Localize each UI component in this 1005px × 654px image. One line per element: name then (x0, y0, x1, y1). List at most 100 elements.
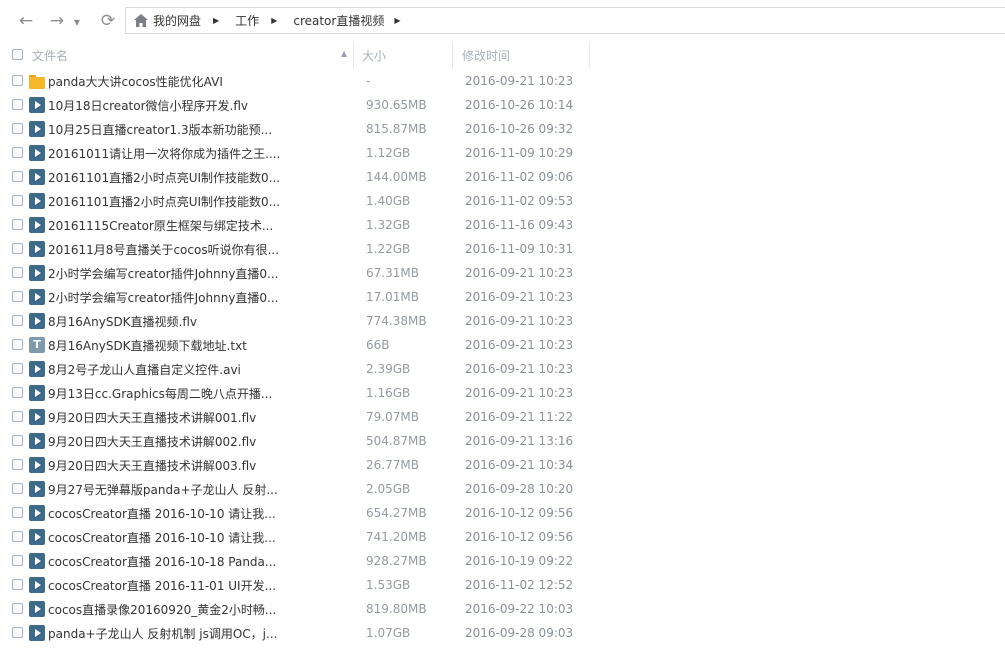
sort-ascending-icon[interactable]: ▲ (341, 49, 347, 58)
file-size: 741.20MB (366, 530, 427, 544)
row-checkbox[interactable] (12, 219, 23, 230)
file-row[interactable]: 10月18日creator微信小程序开发.flv 930.65MB 2016-10-… (0, 93, 1005, 117)
file-name[interactable]: cocosCreator直播 2016-10-18 Panda... (48, 553, 276, 570)
file-name[interactable]: 8月16AnySDK直播视频.flv (48, 313, 197, 330)
row-checkbox[interactable] (12, 411, 23, 422)
file-row[interactable]: cocosCreator直播 2016-11-01 UI开发... 1.53GB 2… (0, 573, 1005, 597)
file-row[interactable]: 2小时学会编写creator插件Johnny直播0... 67.31MB 2016-… (0, 261, 1005, 285)
history-dropdown-icon[interactable]: ▼ (70, 12, 84, 34)
column-name-header[interactable]: 文件名 (32, 47, 68, 64)
breadcrumb-current-folder[interactable]: creator直播视频 ▶ (293, 12, 400, 29)
row-checkbox[interactable] (12, 555, 23, 566)
file-row[interactable]: 9月20日四大天王直播技术讲解002.flv 504.87MB 2016-09-21… (0, 429, 1005, 453)
file-row[interactable]: 2小时学会编写creator插件Johnny直播0... 17.01MB 2016-… (0, 285, 1005, 309)
row-checkbox[interactable] (12, 243, 23, 254)
file-name[interactable]: 9月20日四大天王直播技术讲解002.flv (48, 433, 256, 450)
file-name[interactable]: 10月25日直播creator1.3版本新功能预... (48, 121, 272, 138)
file-row[interactable]: 9月13日cc.Graphics每周二晚八点开播... 1.16GB 2016-09… (0, 381, 1005, 405)
file-name[interactable]: 2小时学会编写creator插件Johnny直播0... (48, 265, 279, 282)
column-divider[interactable] (452, 42, 453, 68)
row-checkbox[interactable] (12, 339, 23, 350)
row-checkbox[interactable] (12, 315, 23, 326)
breadcrumb-expand-icon[interactable]: ▶ (394, 16, 400, 25)
folder-icon (29, 73, 45, 89)
file-name[interactable]: 201611月8号直播关于cocos听说你有很... (48, 241, 279, 258)
file-row[interactable]: panda大大讲cocos性能优化AVI - 2016-09-21 10:23 (0, 69, 1005, 93)
breadcrumb-work[interactable]: 工作 ▶ (235, 12, 293, 29)
row-checkbox[interactable] (12, 267, 23, 278)
file-row[interactable]: 10月25日直播creator1.3版本新功能预... 815.87MB 2016-… (0, 117, 1005, 141)
row-checkbox[interactable] (12, 99, 23, 110)
file-row[interactable]: panda+子龙山人 反射机制 js调用OC，j... 1.07GB 2016-09… (0, 621, 1005, 645)
refresh-icon[interactable]: ⟳ (97, 10, 119, 32)
row-checkbox[interactable] (12, 123, 23, 134)
breadcrumb-my-drive[interactable]: 我的网盘 ▶ (153, 12, 235, 29)
breadcrumb-separator-icon[interactable]: ▶ (213, 16, 219, 25)
file-row[interactable]: 20161101直播2小时点亮UI制作技能数0... 144.00MB 2016-1… (0, 165, 1005, 189)
file-name[interactable]: 20161101直播2小时点亮UI制作技能数0... (48, 193, 280, 210)
breadcrumb-separator-icon[interactable]: ▶ (271, 16, 277, 25)
file-modified-date: 2016-09-21 10:23 (465, 362, 574, 376)
row-checkbox[interactable] (12, 171, 23, 182)
file-row[interactable]: 9月27号无弹幕版panda+子龙山人 反射... 2.05GB 2016-09-2… (0, 477, 1005, 501)
row-checkbox[interactable] (12, 579, 23, 590)
row-checkbox[interactable] (12, 507, 23, 518)
select-all-checkbox[interactable] (12, 49, 23, 60)
file-list: panda大大讲cocos性能优化AVI - 2016-09-21 10:23 10月… (0, 69, 1005, 645)
file-row[interactable]: 8月2号子龙山人直播自定义控件.avi 2.39GB 2016-09-21 10:2… (0, 357, 1005, 381)
file-name[interactable]: 20161115Creator原生框架与绑定技术... (48, 217, 273, 234)
row-checkbox[interactable] (12, 483, 23, 494)
file-row[interactable]: cocosCreator直播 2016-10-10 请让我... 741.20MB… (0, 525, 1005, 549)
file-size: 1.16GB (366, 386, 411, 400)
video-file-icon (29, 385, 45, 401)
column-divider[interactable] (589, 42, 590, 68)
file-name[interactable]: 20161101直播2小时点亮UI制作技能数0... (48, 169, 280, 186)
row-checkbox[interactable] (12, 387, 23, 398)
row-checkbox[interactable] (12, 363, 23, 374)
file-row[interactable]: 20161011请让用一次将你成为插件之王.... 1.12GB 2016-11-0… (0, 141, 1005, 165)
file-name[interactable]: 20161011请让用一次将你成为插件之王.... (48, 145, 280, 162)
file-row[interactable]: cocosCreator直播 2016-10-18 Panda... 928.27… (0, 549, 1005, 573)
row-checkbox[interactable] (12, 603, 23, 614)
row-checkbox[interactable] (12, 75, 23, 86)
file-name[interactable]: cocosCreator直播 2016-10-10 请让我... (48, 505, 276, 522)
file-name[interactable]: 9月20日四大天王直播技术讲解001.flv (48, 409, 256, 426)
file-size: 26.77MB (366, 458, 419, 472)
file-row[interactable]: 20161115Creator原生框架与绑定技术... 1.32GB 2016-11… (0, 213, 1005, 237)
file-name[interactable]: cocos直播录像20160920_黄金2小时畅... (48, 601, 276, 618)
home-icon[interactable] (134, 14, 148, 28)
file-name[interactable]: cocosCreator直播 2016-11-01 UI开发... (48, 577, 276, 594)
file-name[interactable]: 9月27号无弹幕版panda+子龙山人 反射... (48, 481, 278, 498)
file-modified-date: 2016-09-21 10:23 (465, 266, 574, 280)
file-row[interactable]: 9月20日四大天王直播技术讲解001.flv 79.07MB 2016-09-21 … (0, 405, 1005, 429)
file-name[interactable]: panda+子龙山人 反射机制 js调用OC，j... (48, 625, 277, 642)
file-row[interactable]: 201611月8号直播关于cocos听说你有很... 1.22GB 2016-11-… (0, 237, 1005, 261)
file-row[interactable]: cocos直播录像20160920_黄金2小时畅... 819.80MB 2016-… (0, 597, 1005, 621)
row-checkbox[interactable] (12, 435, 23, 446)
file-row[interactable]: 8月16AnySDK直播视频.flv 774.38MB 2016-09-21 10:… (0, 309, 1005, 333)
column-modified-header[interactable]: 修改时间 (462, 47, 510, 64)
file-row[interactable]: 20161101直播2小时点亮UI制作技能数0... 1.40GB 2016-11-… (0, 189, 1005, 213)
row-checkbox[interactable] (12, 195, 23, 206)
address-bar[interactable]: 我的网盘 ▶ 工作 ▶ creator直播视频 ▶ (125, 7, 1005, 34)
file-row[interactable]: 9月20日四大天王直播技术讲解003.flv 26.77MB 2016-09-21 … (0, 453, 1005, 477)
file-name[interactable]: 9月13日cc.Graphics每周二晚八点开播... (48, 385, 272, 402)
column-size-header[interactable]: 大小 (362, 47, 386, 64)
file-name[interactable]: 2小时学会编写creator插件Johnny直播0... (48, 289, 279, 306)
forward-arrow-icon[interactable]: → (46, 10, 68, 32)
back-arrow-icon[interactable]: ← (15, 10, 37, 32)
row-checkbox[interactable] (12, 147, 23, 158)
file-name[interactable]: 10月18日creator微信小程序开发.flv (48, 97, 248, 114)
file-name[interactable]: cocosCreator直播 2016-10-10 请让我... (48, 529, 276, 546)
file-name[interactable]: panda大大讲cocos性能优化AVI (48, 73, 223, 90)
column-divider[interactable] (353, 42, 354, 68)
file-name[interactable]: 8月16AnySDK直播视频下载地址.txt (48, 337, 247, 354)
file-row[interactable]: cocosCreator直播 2016-10-10 请让我... 654.27MB… (0, 501, 1005, 525)
file-name[interactable]: 9月20日四大天王直播技术讲解003.flv (48, 457, 256, 474)
file-name[interactable]: 8月2号子龙山人直播自定义控件.avi (48, 361, 241, 378)
row-checkbox[interactable] (12, 291, 23, 302)
row-checkbox[interactable] (12, 627, 23, 638)
file-row[interactable]: T 8月16AnySDK直播视频下载地址.txt 66B 2016-09-21 10:… (0, 333, 1005, 357)
row-checkbox[interactable] (12, 531, 23, 542)
row-checkbox[interactable] (12, 459, 23, 470)
